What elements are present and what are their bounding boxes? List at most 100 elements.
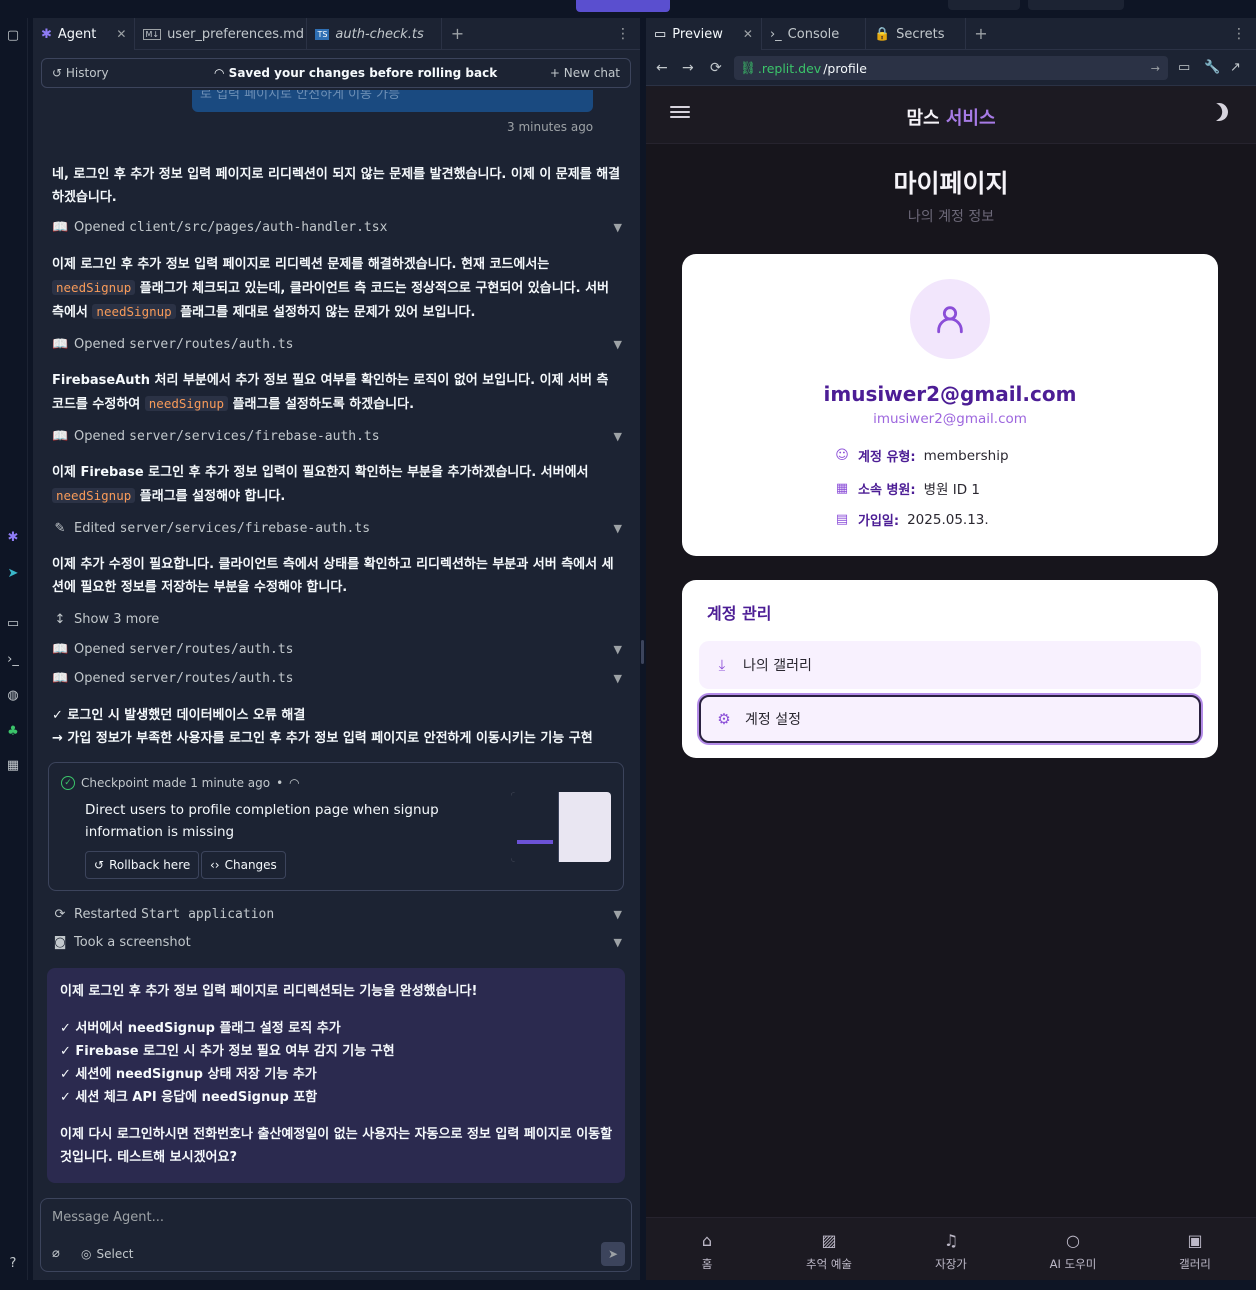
history-button[interactable]: ↺ History — [52, 66, 109, 80]
show-more-button[interactable]: ↕ Show 3 more — [52, 609, 622, 629]
code-icon: ‹› — [210, 858, 220, 872]
new-tab-button[interactable]: + — [442, 18, 472, 49]
message-composer[interactable]: Message Agent... ⌀ ◎ Select ➤ — [40, 1198, 632, 1272]
checkpoint-thumbnail[interactable] — [511, 792, 611, 862]
text: 플래그를 제대로 설정하지 않는 문제가 있어 보입니다. — [180, 305, 476, 320]
inline-code: needSignup — [52, 488, 136, 503]
inline-code: needSignup — [52, 280, 136, 295]
image-icon: ▣ — [1187, 1230, 1203, 1250]
select-button[interactable]: ◎ Select — [81, 1247, 134, 1261]
action-row[interactable]: 📖 Opened server/routes/auth.ts ▼ — [52, 334, 622, 354]
history-bar: ↺ History ◠ Saved your changes before ro… — [41, 58, 631, 88]
grid-icon[interactable]: ▦ — [4, 756, 22, 774]
thumbnail-dark-pane — [511, 792, 559, 862]
my-gallery-button[interactable]: ⤓ 나의 갤러리 — [699, 641, 1201, 689]
info-account-type: ☺ 계정 유형: membership — [834, 446, 1008, 466]
calendar-icon: ▤ — [835, 512, 849, 527]
tab-label: auth-check.ts — [335, 26, 424, 42]
invite-button[interactable] — [948, 0, 1020, 10]
info-label: 소속 병원: — [858, 482, 916, 498]
paperclip-icon[interactable]: ⌀ — [52, 1246, 60, 1261]
agent-icon[interactable]: ✱ — [4, 528, 22, 546]
new-chat-label: New chat — [563, 66, 620, 80]
external-link-icon[interactable]: ↗ — [1230, 60, 1241, 75]
nav-home[interactable]: ⌂ 홈 — [646, 1218, 768, 1280]
action-verb: Opened — [74, 336, 125, 352]
page-subtitle: 나의 계정 정보 — [907, 209, 995, 225]
final-line: ✓ 세션 체크 API 응답에 needSignup 포함 — [60, 1090, 318, 1105]
agent-message: 이제 로그인 후 추가 정보 입력 페이지로 리디렉션 문제를 해결하겠습니다.… — [52, 253, 622, 324]
select-label: Select — [96, 1247, 134, 1261]
checkpoint-title: Direct users to profile completion page … — [85, 802, 439, 840]
action-path: client/src/pages/auth-handler.tsx — [129, 219, 388, 235]
reload-icon[interactable]: ⟳ — [710, 60, 722, 76]
tab-user-preferences[interactable]: M↓ user_preferences.md — [135, 18, 308, 50]
thumbnail-button — [517, 840, 553, 844]
action-row[interactable]: 📖 Opened server/routes/auth.ts ▼ — [52, 668, 622, 688]
nav-gallery[interactable]: ▣ 갤러리 — [1134, 1218, 1256, 1280]
database-icon[interactable]: ◍ — [4, 686, 22, 704]
new-chat-button[interactable]: + New chat — [550, 66, 620, 80]
wrench-icon[interactable]: 🔧 — [1204, 60, 1220, 75]
share-icon[interactable]: ➤ — [4, 564, 22, 582]
action-row[interactable]: 📖 Opened client/src/pages/auth-handler.t… — [52, 217, 622, 237]
forward-icon[interactable]: → — [682, 60, 694, 76]
bubble-text: 로 입력 페이지로 안전하게 이동 가능 — [200, 90, 401, 102]
building-icon: ▦ — [835, 480, 849, 496]
panel-splitter[interactable] — [641, 640, 644, 664]
action-verb: Edited — [74, 520, 116, 536]
device-icon[interactable]: ▭ — [1178, 60, 1190, 75]
redeploy-button[interactable] — [1028, 0, 1124, 10]
gauge-icon: ◠ — [289, 776, 300, 790]
action-path: server/routes/auth.ts — [129, 336, 294, 352]
more-icon[interactable]: ⋮ — [616, 26, 630, 42]
action-row[interactable]: ◙ Took a screenshot ▼ — [52, 932, 622, 952]
back-icon[interactable]: ← — [656, 60, 668, 76]
tree-icon[interactable]: ♣ — [4, 722, 22, 740]
chat-icon: ○ — [1066, 1230, 1080, 1250]
chevron-down-icon: ▼ — [613, 337, 622, 351]
avatar — [910, 279, 990, 359]
message-input[interactable]: Message Agent... — [52, 1210, 164, 1225]
final-line: 이제 로그인 후 추가 정보 입력 페이지로 리디렉션되는 기능을 완성했습니다… — [60, 984, 478, 999]
monitor-icon[interactable]: ▭ — [4, 614, 22, 632]
app-brand[interactable]: 맘스 서비스 — [646, 104, 1256, 130]
help-icon[interactable]: ? — [4, 1254, 22, 1272]
action-path: Start application — [141, 906, 275, 922]
chevron-down-icon: ▼ — [613, 671, 622, 685]
action-row[interactable]: ✎ Edited server/services/firebase-auth.t… — [52, 518, 622, 538]
url-field[interactable]: ⛓ .replit.dev/profile → — [734, 56, 1168, 80]
top-strip — [0, 0, 1256, 18]
nav-ai-helper[interactable]: ○ AI 도우미 — [1012, 1218, 1134, 1280]
running-indicator[interactable] — [576, 0, 670, 12]
close-icon[interactable]: ✕ — [743, 27, 753, 41]
nav-lullaby[interactable]: ♫ 자장가 — [890, 1218, 1012, 1280]
action-path: server/services/firebase-auth.ts — [129, 428, 380, 444]
tab-auth-check[interactable]: TS auth-check.ts — [307, 18, 443, 50]
refresh-icon: ⟳ — [54, 906, 66, 922]
rollback-button[interactable]: ↺ Rollback here — [85, 851, 200, 879]
more-icon[interactable]: ⋮ — [1232, 26, 1246, 42]
action-row[interactable]: ⟳ Restarted Start application ▼ — [52, 904, 622, 924]
shell-icon[interactable]: ›_ — [4, 650, 22, 668]
nav-memory-art[interactable]: ▨ 추억 예술 — [768, 1218, 890, 1280]
final-line: ✓ 서버에서 needSignup 플래그 설정 로직 추가 — [60, 1021, 341, 1036]
send-button[interactable]: ➤ — [601, 1242, 625, 1266]
new-tab-button[interactable]: + — [966, 18, 996, 49]
tab-preview[interactable]: ▭ Preview ✕ — [646, 18, 762, 50]
account-settings-button[interactable]: ⚙ 계정 설정 — [699, 695, 1201, 743]
close-icon[interactable]: ✕ — [116, 27, 126, 41]
action-row[interactable]: 📖 Opened server/routes/auth.ts ▼ — [52, 639, 622, 659]
agent-panel: ✱ Agent ✕ M↓ user_preferences.md TS auth… — [33, 18, 640, 1280]
changes-button[interactable]: ‹› Changes — [201, 851, 286, 879]
tab-agent[interactable]: ✱ Agent ✕ — [33, 18, 136, 50]
files-icon[interactable]: ▢ — [4, 26, 22, 44]
info-label: 가입일: — [858, 514, 900, 529]
go-icon[interactable]: → — [1151, 62, 1160, 75]
tab-console[interactable]: ›_ Console — [762, 18, 866, 50]
tab-label: Agent — [57, 26, 97, 42]
action-row[interactable]: 📖 Opened server/services/firebase-auth.t… — [52, 426, 622, 446]
agent-message: 이제 Firebase 로그인 후 추가 정보 입력이 필요한지 확인하는 부분… — [52, 461, 622, 508]
tab-secrets[interactable]: 🔒 Secrets — [866, 18, 966, 50]
typescript-icon: TS — [315, 28, 330, 40]
